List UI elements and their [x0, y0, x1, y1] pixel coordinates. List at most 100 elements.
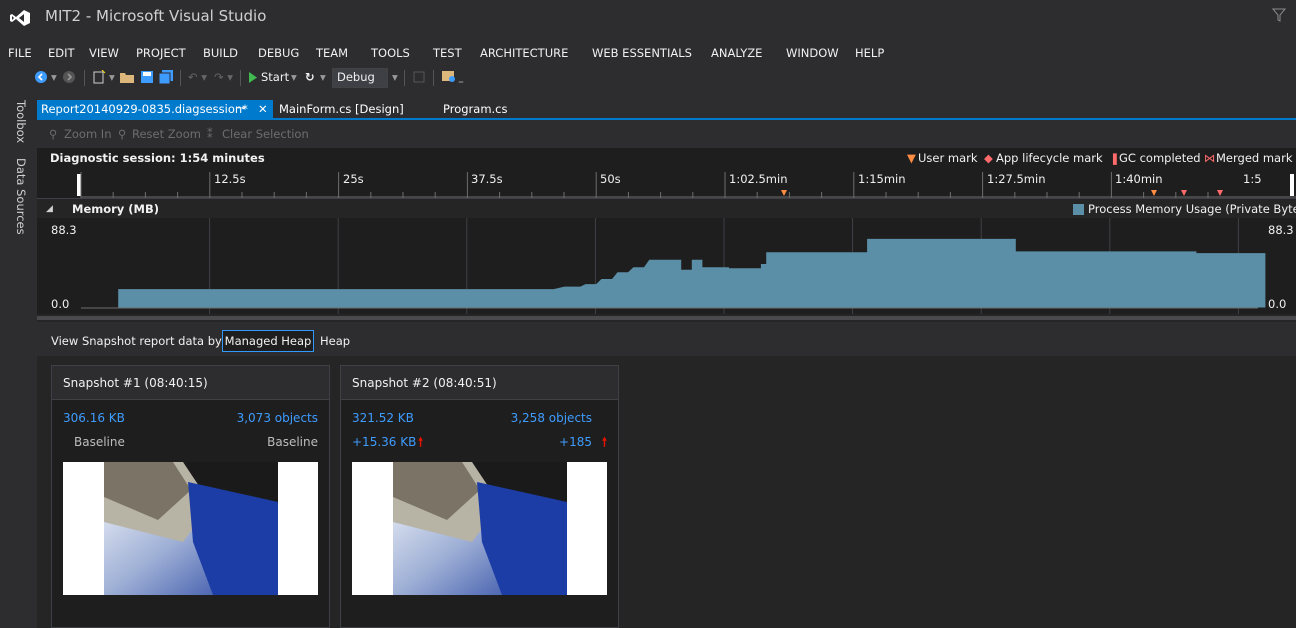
up-arrow-icon: 🠕 — [601, 435, 607, 449]
ruler-tick: 50s — [600, 172, 621, 186]
toolbox-tab[interactable]: Toolbox — [14, 100, 28, 143]
memory-title: Memory (MB) — [72, 202, 160, 216]
ruler-tick: 1:5 — [1243, 172, 1262, 186]
open-icon[interactable] — [119, 70, 135, 84]
tab-mainform-label[interactable]: MainForm.cs [Design] — [279, 102, 404, 116]
zoom-in-icon: ⚲ — [49, 127, 58, 141]
snapshot-title: Snapshot #2 (08:40:51) — [352, 376, 497, 390]
legend-lifecycle-mark: App lifecycle mark — [996, 151, 1103, 165]
memory-legend: Process Memory Usage (Private Bytes) — [1088, 202, 1296, 216]
snapshot-size-diff: Baseline — [74, 435, 125, 449]
ruler-mark — [1217, 190, 1223, 196]
find-icon[interactable] — [441, 70, 457, 84]
menu-edit[interactable]: EDIT — [48, 46, 75, 60]
snapshot-size[interactable]: 321.52 KB — [352, 411, 414, 425]
snapshot-objects[interactable]: 3,073 objects — [237, 411, 318, 425]
menu-project[interactable]: PROJECT — [136, 46, 186, 60]
user-mark-icon: ▼ — [907, 151, 916, 165]
restart-icon[interactable]: ↻ — [305, 70, 315, 84]
memory-chart-plot — [81, 218, 1266, 314]
ruler-tick: 25s — [343, 172, 364, 186]
ruler-tick: 12.5s — [214, 172, 246, 186]
menu-architecture[interactable]: ARCHITECTURE — [480, 46, 568, 60]
data-sources-tab[interactable]: Data Sources — [14, 158, 28, 235]
vs-logo-icon — [10, 10, 30, 26]
clear-selection-button[interactable]: Clear Selection — [222, 127, 309, 141]
reset-zoom-icon: ⚲ — [118, 127, 127, 141]
reset-zoom-button[interactable]: Reset Zoom — [132, 127, 201, 141]
ruler-tick: 1:15min — [858, 172, 906, 186]
ruler-mark — [781, 190, 787, 196]
snapshot-size-diff[interactable]: +15.36 KB — [352, 435, 416, 449]
back-dropdown-icon[interactable]: ▾ — [51, 70, 57, 84]
save-icon[interactable] — [140, 70, 154, 84]
restart-dropdown-icon[interactable]: ▾ — [320, 70, 326, 84]
config-dropdown-icon[interactable]: ▾ — [392, 70, 398, 84]
menu-team[interactable]: TEAM — [316, 46, 348, 60]
snapshot-objects-diff[interactable]: +185 — [559, 435, 592, 449]
clear-selection-icon: ⁑ — [207, 127, 213, 141]
menu-build[interactable]: BUILD — [203, 46, 238, 60]
forward-icon[interactable] — [62, 70, 76, 84]
menu-help[interactable]: HELP — [855, 46, 884, 60]
tab-diagsession-label: Report20140929-0835.diagsession* — [41, 102, 248, 116]
legend-merged-mark: Merged mark — [1216, 151, 1293, 165]
memory-area-series — [118, 238, 1266, 308]
close-icon[interactable]: ✕ — [258, 102, 268, 116]
snapshot-card-header: Snapshot #2 (08:40:51) — [341, 366, 618, 400]
merged-mark-icon: ⋈ — [1204, 151, 1216, 165]
zoom-in-button[interactable]: Zoom In — [64, 127, 112, 141]
snapshot-size[interactable]: 306.16 KB — [63, 411, 125, 425]
legend-swatch — [1073, 204, 1084, 215]
new-project-icon[interactable] — [92, 70, 106, 84]
back-icon[interactable] — [34, 70, 48, 84]
snapshot-thumbnail — [352, 462, 607, 595]
start-dropdown-icon[interactable]: ▾ — [291, 70, 297, 84]
menu-tools[interactable]: TOOLS — [371, 46, 410, 60]
menu-test[interactable]: TEST — [433, 46, 462, 60]
ruler-tick: 1:27.5min — [987, 172, 1046, 186]
ruler-tick: 37.5s — [471, 172, 503, 186]
ruler-tick: 1:02.5min — [729, 172, 788, 186]
timeline-end-handle — [1290, 174, 1294, 196]
save-all-icon[interactable] — [158, 70, 174, 84]
heap-button[interactable]: Heap — [320, 330, 350, 352]
managed-heap-button[interactable]: Managed Heap — [222, 330, 314, 352]
start-button[interactable]: Start — [261, 70, 289, 84]
ruler-tick: 1:40min — [1115, 172, 1163, 186]
snapshot-objects-diff: Baseline — [267, 435, 318, 449]
ruler-mark — [1151, 190, 1157, 196]
y-axis-min-right: 0.0 — [1268, 297, 1287, 311]
tab-program-label[interactable]: Program.cs — [443, 102, 508, 116]
lifecycle-mark-icon: ◆ — [984, 151, 993, 165]
window-title: MIT2 - Microsoft Visual Studio — [45, 7, 267, 25]
menu-web-essentials[interactable]: WEB ESSENTIALS — [592, 46, 692, 60]
window-icon[interactable] — [412, 70, 426, 84]
menu-debug[interactable]: DEBUG — [258, 46, 299, 60]
filter-icon[interactable] — [1272, 8, 1286, 22]
new-dropdown-icon[interactable]: ▾ — [109, 70, 115, 84]
menu-analyze[interactable]: ANALYZE — [711, 46, 762, 60]
legend-gc-completed: GC completed — [1119, 151, 1201, 165]
snapshot-card-1[interactable]: Snapshot #1 (08:40:15) 306.16 KB 3,073 o… — [51, 365, 330, 628]
pin-icon[interactable]: ⊸ — [237, 103, 245, 114]
ruler-mark — [1181, 190, 1187, 196]
snapshot-thumbnail — [63, 462, 318, 595]
undo-icon[interactable]: ↶ ▾ — [188, 70, 207, 84]
menu-view[interactable]: VIEW — [89, 46, 119, 60]
y-axis-max: 88.3 — [51, 223, 77, 237]
toolbar-overflow-icon[interactable]: ₌ — [458, 73, 464, 87]
snapshot-title: Snapshot #1 (08:40:15) — [63, 376, 208, 390]
pane-splitter[interactable] — [37, 316, 1296, 320]
redo-icon[interactable]: ↷ ▾ — [214, 70, 233, 84]
snapshot-view-label: View Snapshot report data by: — [51, 334, 225, 348]
snapshot-objects[interactable]: 3,258 objects — [511, 411, 592, 425]
start-icon[interactable] — [248, 72, 258, 83]
y-axis-min: 0.0 — [51, 297, 70, 311]
menu-file[interactable]: FILE — [8, 46, 32, 60]
menu-window[interactable]: WINDOW — [786, 46, 839, 60]
collapse-icon[interactable]: ◢ — [46, 204, 53, 214]
config-value: Debug — [337, 70, 375, 84]
snapshot-card-2[interactable]: Snapshot #2 (08:40:51) 321.52 KB 3,258 o… — [340, 365, 619, 628]
up-arrow-icon: 🠕 — [418, 435, 424, 449]
